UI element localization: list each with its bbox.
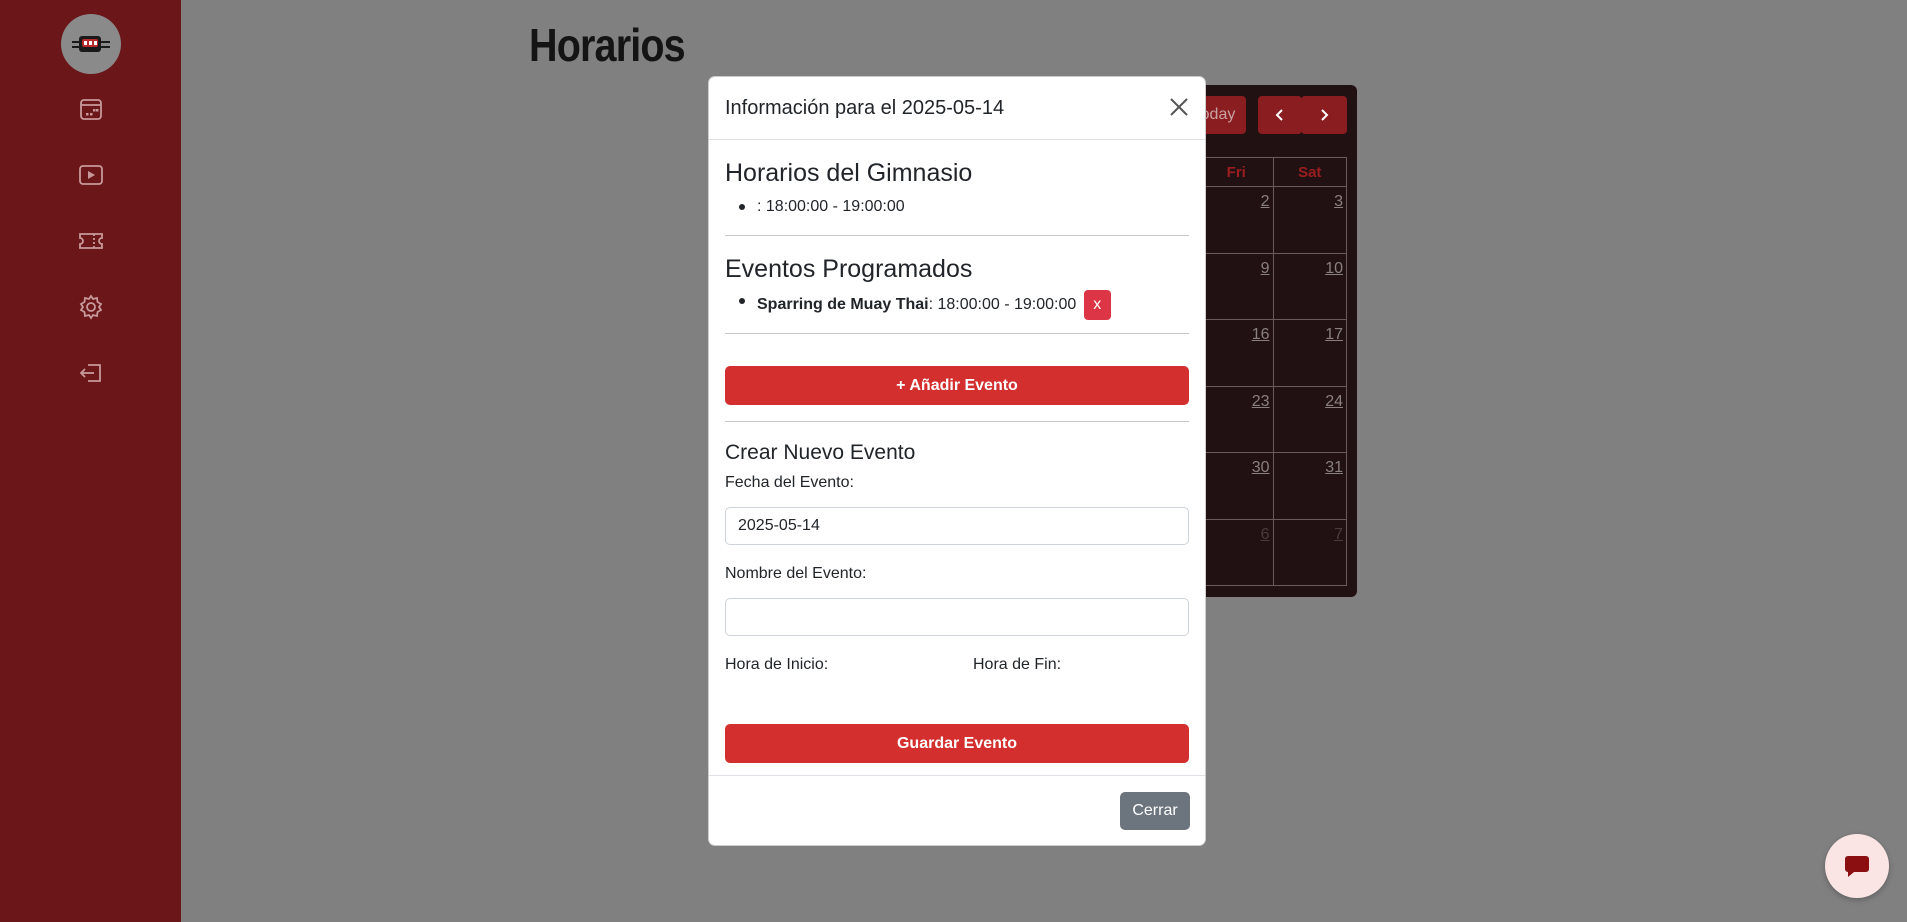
calendar-week: 6 7	[1200, 519, 1347, 586]
chevron-left-icon	[1275, 109, 1283, 121]
chat-button[interactable]	[1825, 834, 1889, 898]
gym-hours-heading: Horarios del Gimnasio	[725, 159, 973, 187]
modal-footer: Cerrar	[709, 775, 1205, 845]
gym-hours-list: : 18:00:00 - 19:00:00	[725, 196, 1189, 218]
event-name-field[interactable]	[725, 598, 1189, 637]
calendar-day[interactable]: 7	[1274, 519, 1347, 585]
calendar-week: 23 24	[1200, 386, 1347, 453]
divider	[725, 333, 1189, 335]
list-item: : 18:00:00 - 19:00:00	[725, 196, 1189, 218]
calendar-week: 30 31	[1200, 453, 1347, 520]
divider	[725, 421, 1189, 423]
calendar-day[interactable]: 3	[1274, 187, 1347, 253]
modal-title: Información para el 2025-05-14	[725, 96, 1005, 119]
gym-hours-text: : 18:00:00 - 19:00:00	[757, 198, 905, 215]
chevron-right-icon	[1321, 109, 1329, 121]
calendar-day[interactable]: 23	[1200, 386, 1274, 452]
calendar-day[interactable]: 16	[1200, 320, 1274, 386]
close-icon[interactable]	[1167, 95, 1191, 119]
logout-icon[interactable]	[74, 356, 108, 390]
events-heading: Eventos Programados	[725, 255, 973, 283]
event-time: : 18:00:00 - 19:00:00	[928, 296, 1077, 314]
ticket-icon[interactable]	[74, 224, 108, 258]
calendar-day[interactable]: 31	[1274, 453, 1347, 519]
calendar-day[interactable]: 10	[1274, 253, 1347, 319]
calendar: oday Fri Sat 2 3 9 10 16 17 23 24 30 31	[1200, 85, 1357, 597]
delete-event-button[interactable]: x	[1083, 290, 1111, 320]
next-month-button[interactable]	[1301, 96, 1347, 134]
add-event-button[interactable]: + Añadir Evento	[725, 366, 1189, 406]
calendar-week: 16 17	[1200, 320, 1347, 387]
calendar-day[interactable]: 2	[1200, 187, 1274, 253]
date-field[interactable]: 2025-05-14	[725, 507, 1189, 546]
name-label: Nombre del Evento:	[725, 565, 867, 583]
play-icon[interactable]	[74, 158, 108, 192]
today-button[interactable]: oday	[1200, 96, 1246, 134]
sidebar	[0, 0, 181, 922]
save-event-button[interactable]: Guardar Evento	[725, 724, 1189, 764]
list-item: Sparring de Muay Thai: 18:00:00 - 19:00:…	[725, 290, 1189, 320]
logo-icon[interactable]	[61, 14, 121, 74]
calendar-grid: Fri Sat 2 3 9 10 16 17 23 24 30 31 6 7	[1200, 157, 1347, 586]
calendar-day[interactable]: 17	[1274, 320, 1347, 386]
page-title: Horarios	[529, 19, 686, 71]
day-header-fri: Fri	[1200, 158, 1274, 186]
calendar-icon[interactable]	[74, 92, 108, 126]
start-time-label: Hora de Inicio:	[725, 656, 829, 674]
chat-icon	[1845, 856, 1869, 877]
calendar-week: 9 10	[1200, 253, 1347, 320]
prev-month-button[interactable]	[1258, 96, 1302, 134]
modal-header: Información para el 2025-05-14	[709, 77, 1205, 140]
calendar-day[interactable]: 30	[1200, 453, 1274, 519]
divider	[725, 235, 1189, 236]
calendar-day[interactable]: 6	[1200, 519, 1274, 585]
day-header-sat: Sat	[1274, 158, 1347, 186]
new-event-heading: Crear Nuevo Evento	[725, 441, 916, 465]
calendar-day[interactable]: 9	[1200, 253, 1274, 319]
calendar-week: 2 3	[1200, 187, 1347, 254]
close-button[interactable]: Cerrar	[1120, 792, 1190, 830]
event-modal: Información para el 2025-05-14 Horarios …	[708, 76, 1206, 846]
modal-body: Horarios del Gimnasio : 18:00:00 - 19:00…	[709, 158, 1205, 764]
time-row: Hora de Inicio: Hora de Fin:	[725, 654, 1189, 722]
end-time-label: Hora de Fin:	[973, 656, 1062, 674]
date-label: Fecha del Evento:	[725, 474, 854, 492]
calendar-header-row: Fri Sat	[1200, 158, 1347, 187]
event-name: Sparring de Muay Thai	[757, 296, 929, 314]
events-list: Sparring de Muay Thai: 18:00:00 - 19:00:…	[725, 290, 1189, 320]
calendar-day[interactable]: 24	[1274, 386, 1347, 452]
gear-icon[interactable]	[74, 290, 108, 324]
